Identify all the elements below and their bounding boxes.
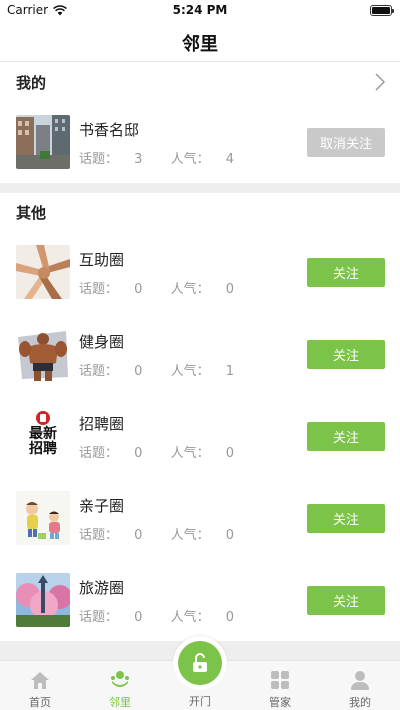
circle-stats: 话题： 3 人气： 4 [79,148,258,167]
topics-count: 0 [134,282,143,297]
popularity-label: 人气： [170,364,210,379]
topics-label: 话题： [79,610,119,625]
topics-label: 话题： [79,282,119,297]
section-title-others: 其他 [16,203,47,222]
circle-thumbnail-parenting [16,491,70,545]
popularity-label: 人气： [170,152,210,167]
tab-mine[interactable]: 我的 [320,669,400,710]
tab-home[interactable]: 首页 [0,669,80,710]
popularity-label: 人气： [170,610,210,625]
popularity-label: 人气： [170,528,210,543]
tab-neighbor[interactable]: 邻里 [80,669,160,710]
unfollow-button[interactable]: 取消关注 [307,128,385,157]
tab-label: 邻里 [109,696,131,709]
topics-label: 话题： [79,364,119,379]
neighbor-icon [111,671,129,687]
battery-icon [370,5,394,16]
circle-thumbnail-travel [16,573,70,627]
circle-name: 书香名邸 [79,121,140,139]
grid-icon [271,671,289,689]
open-door-button[interactable] [173,636,227,690]
circle-thumbnail-fitness [16,327,70,381]
tab-label-open-door: 开门 [189,695,211,708]
topics-label: 话题： [79,528,119,543]
list-item[interactable]: 健身圈 话题： 0 人气： 1 关注 [0,313,400,395]
tab-label: 我的 [349,696,371,709]
chevron-right-icon[interactable] [374,73,386,91]
circle-thumbnail-recruit: 最新 招聘 [16,409,70,463]
person-icon [351,671,369,690]
popularity-count: 4 [225,152,235,167]
section-header-mine[interactable]: 我的 [0,63,400,101]
circle-stats: 话题： 0 人气： 0 [79,524,258,543]
open-door-circle[interactable] [178,641,222,685]
popularity-label: 人气： [170,446,210,461]
circle-name: 招聘圈 [79,415,125,433]
circle-name: 亲子圈 [79,497,125,515]
divider [0,183,400,193]
topics-label: 话题： [79,446,119,461]
follow-button[interactable]: 关注 [307,422,385,451]
list-item[interactable]: 旅游圈 话题： 0 人气： 0 关注 [0,559,400,641]
recruit-logo-text: 最新 招聘 [29,426,57,457]
list-item[interactable]: 亲子圈 话题： 0 人气： 0 关注 [0,477,400,559]
nav-bar: 邻里 [0,22,400,62]
topics-label: 话题： [79,152,119,167]
section-header-others: 其他 [0,193,400,231]
list-item[interactable]: 最新 招聘 招聘圈 话题： 0 人气： 0 关注 [0,395,400,477]
popularity-count: 1 [225,364,235,379]
status-time: 5:24 PM [172,3,228,17]
section-title-mine: 我的 [16,73,47,92]
follow-button[interactable]: 关注 [307,586,385,615]
tab-label: 管家 [269,696,291,709]
popularity-count: 0 [225,282,235,297]
topics-count: 0 [134,364,143,379]
status-bar: Carrier 5:24 PM [0,0,400,22]
home-icon [31,672,49,689]
follow-button[interactable]: 关注 [307,258,385,287]
list-item[interactable]: 互助圈 话题： 0 人气： 0 关注 [0,231,400,313]
unlock-icon [193,653,207,672]
topics-count: 0 [134,446,143,461]
popularity-label: 人气： [170,282,210,297]
popularity-count: 0 [225,528,235,543]
page-title: 邻里 [182,34,218,55]
circle-thumbnail-building [16,115,70,169]
circle-name: 健身圈 [79,333,125,351]
circle-stats: 话题： 0 人气： 0 [79,278,258,297]
circle-stats: 话题： 0 人气： 1 [79,360,258,379]
circle-thumbnail-hands [16,245,70,299]
popularity-count: 0 [225,446,235,461]
topics-count: 0 [134,610,143,625]
tab-butler[interactable]: 管家 [240,669,320,710]
topics-count: 0 [134,528,143,543]
circle-name: 旅游圈 [79,579,125,597]
topics-count: 3 [134,152,143,167]
follow-button[interactable]: 关注 [307,340,385,369]
tab-label: 首页 [29,696,51,709]
popularity-count: 0 [225,610,235,625]
circle-name: 互助圈 [79,251,125,269]
follow-button[interactable]: 关注 [307,504,385,533]
circle-stats: 话题： 0 人气： 0 [79,442,258,461]
circle-stats: 话题： 0 人气： 0 [79,606,258,625]
list-item[interactable]: 书香名邸 话题： 3 人气： 4 取消关注 [0,101,400,183]
